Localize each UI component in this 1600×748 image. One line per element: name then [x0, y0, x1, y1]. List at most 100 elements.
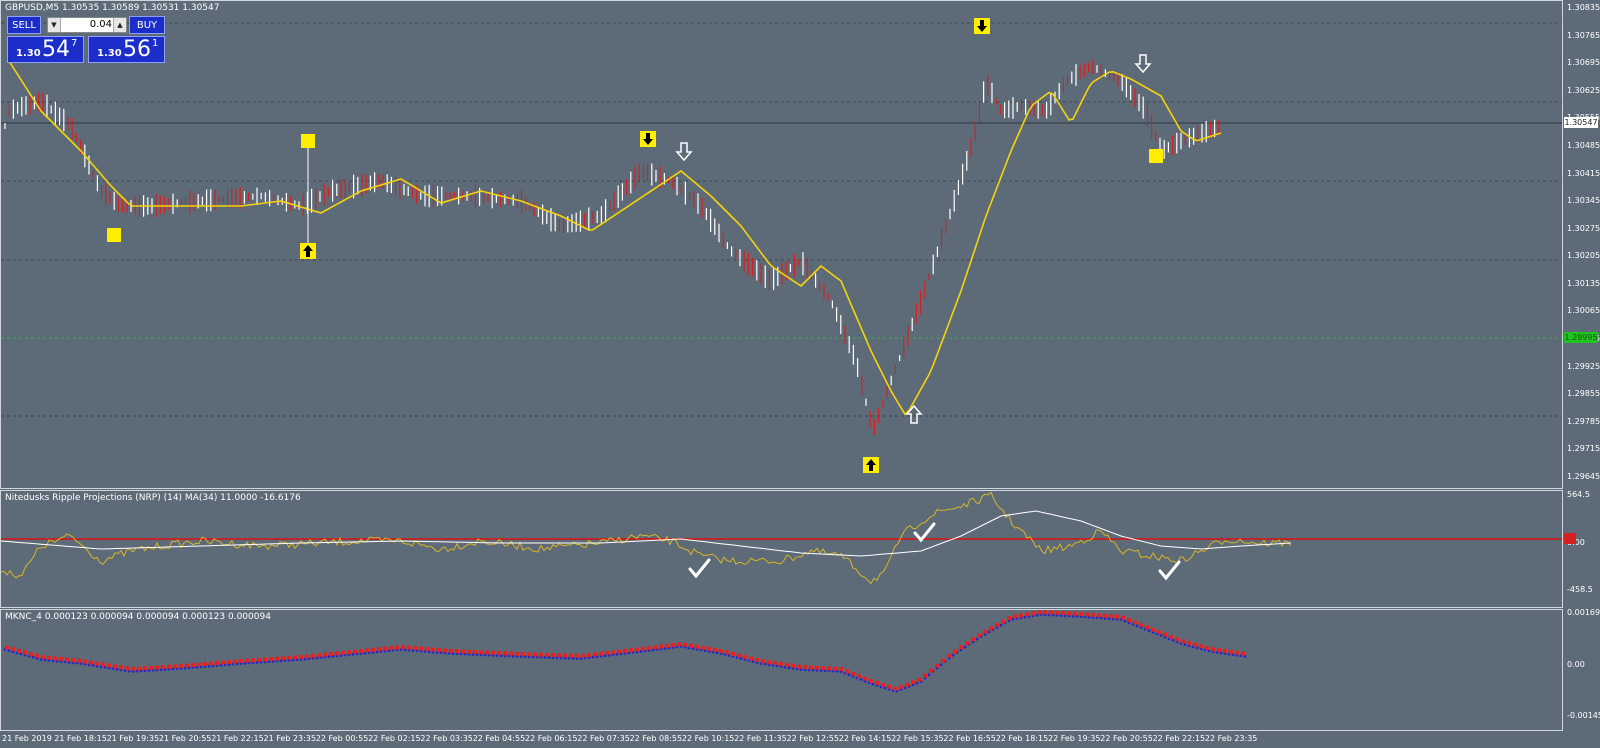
mknc-slow-point: [751, 660, 755, 663]
mknc-fast-point: [539, 652, 543, 657]
mknc-fast-point: [239, 659, 243, 663]
mknc-slow-point: [1159, 634, 1163, 637]
mknc-fast-point: [293, 655, 297, 660]
mknc-fast-point: [335, 651, 339, 656]
mknc-fast-point: [185, 663, 189, 668]
mknc-fast-point: [1097, 613, 1101, 618]
triangle-up-icon[interactable]: ▲: [113, 18, 126, 32]
sell-quote[interactable]: 1.30 54 7: [7, 36, 84, 63]
nrp-zero-tag: [1564, 533, 1576, 544]
mknc-fast-point: [497, 651, 501, 656]
nrp-indicator-canvas[interactable]: [1, 491, 1563, 608]
nrp-indicator-pane[interactable]: Nitedusks Ripple Projections (NRP) (14) …: [0, 490, 1563, 608]
mknc-fast-point: [329, 652, 333, 656]
mknc-fast-point: [1241, 651, 1245, 656]
price-axis[interactable]: 1.308351.307651.306951.306251.305551.304…: [1563, 0, 1600, 489]
mknc-fast-point: [995, 622, 999, 627]
axis-tick-label: 1.30415: [1567, 168, 1600, 178]
price-chart-pane[interactable]: GBPUSD,M5 1.30535 1.30589 1.30531 1.3054…: [0, 0, 1563, 489]
mknc-fast-point: [491, 650, 495, 655]
mknc-fast-point: [1139, 623, 1143, 627]
mknc-fast-point: [233, 659, 237, 664]
mknc-fast-point: [413, 646, 417, 651]
mknc-fast-point: [917, 677, 921, 682]
mknc-fast-point: [203, 662, 207, 666]
mknc-fast-point: [107, 663, 111, 668]
mknc-fast-point: [683, 642, 687, 647]
mknc-fast-point: [23, 650, 27, 655]
checkmark-icon: [1158, 560, 1181, 581]
mknc-fast-point: [941, 658, 945, 663]
time-tick-label: 22 Feb 02:15: [368, 734, 421, 743]
mknc-fast-point: [845, 669, 849, 674]
buy-quote[interactable]: 1.30 56 1: [88, 36, 165, 63]
mknc-fast-point: [737, 653, 741, 658]
mknc-fast-point: [827, 666, 831, 671]
mknc-fast-point: [353, 649, 357, 654]
triangle-down-icon[interactable]: ▼: [48, 18, 61, 32]
mknc-fast-point: [29, 652, 33, 657]
mknc-slow-point: [727, 654, 731, 657]
mknc-indicator-canvas[interactable]: [1, 610, 1563, 731]
mknc-fast-point: [743, 655, 747, 659]
mknc-fast-point: [659, 644, 663, 649]
mknc-fast-point: [773, 661, 777, 666]
checkmark-icon: [688, 558, 711, 579]
mknc-fast-point: [677, 642, 681, 647]
hollow-arrow-down-icon: [675, 142, 693, 162]
mknc-fast-point: [893, 686, 897, 691]
time-tick-label: 22 Feb 14:15: [838, 734, 892, 743]
mknc-fast-point: [473, 650, 477, 655]
mknc-fast-point: [731, 652, 735, 656]
mknc-fast-point: [557, 653, 561, 658]
mknc-fast-point: [1043, 610, 1047, 615]
mknc-fast-point: [389, 646, 393, 650]
mknc-slow-point: [1207, 649, 1211, 653]
axis-tick-label: 1.30625: [1567, 85, 1600, 95]
mknc-fast-point: [377, 647, 381, 652]
time-tick-label: 21 Feb 18:15: [54, 734, 107, 743]
mknc-fast-point: [971, 637, 975, 642]
mknc-fast-point: [935, 663, 939, 668]
mknc-axis: 0.001691 0.00 -0.001459: [1563, 608, 1600, 731]
lot-size-value[interactable]: 0.04: [62, 18, 112, 32]
mknc-fast-point: [983, 629, 987, 634]
time-tick-label: 22 Feb 16:55: [943, 734, 996, 743]
axis-tick-label: 1.29715: [1567, 444, 1600, 454]
mknc-fast-point: [11, 647, 15, 652]
mknc-fast-point: [209, 661, 213, 666]
mknc-fast-point: [1211, 647, 1215, 652]
mknc-fast-point: [1079, 612, 1083, 616]
mknc-fast-point: [437, 648, 441, 653]
mknc-fast-point: [125, 666, 129, 671]
mknc-fast-point: [695, 644, 699, 649]
mknc-fast-point: [1115, 614, 1119, 619]
nrp-line: [1, 491, 1292, 585]
lot-size-stepper[interactable]: ▼ 0.04 ▲: [47, 17, 127, 33]
mknc-fast-point: [809, 665, 813, 670]
mknc-fast-point: [1091, 612, 1095, 617]
axis-tick-label: 1.30695: [1567, 58, 1600, 68]
sell-button[interactable]: SELL: [7, 16, 41, 34]
mknc-fast-point: [131, 666, 135, 671]
buy-button[interactable]: BUY: [129, 16, 165, 34]
mknc-slow-point: [915, 681, 919, 685]
mknc-fast-point: [1103, 613, 1107, 618]
mknc-fast-point: [623, 648, 627, 653]
mknc-fast-point: [1025, 612, 1029, 617]
mknc-fast-point: [563, 653, 567, 658]
time-tick-label: 22 Feb 07:35: [577, 734, 630, 743]
one-click-trading-panel: SELL ▼ 0.04 ▲ BUY 1.30 54 7 1.30 56 1: [7, 16, 165, 63]
buy-price-prefix: 1.30: [97, 48, 122, 59]
time-axis[interactable]: 21 Feb 2019 21 Feb 18:15 21 Feb 19:35 21 Fe…: [0, 731, 1600, 748]
mknc-fast-point: [1175, 637, 1179, 642]
mknc-fast-point: [569, 653, 573, 658]
mknc-fast-point: [881, 682, 885, 687]
price-chart-canvas[interactable]: [1, 1, 1563, 489]
mknc-slow-point: [1183, 643, 1187, 646]
mknc-indicator-pane[interactable]: MKNC_4 0.000123 0.000094 0.000094 0.0001…: [0, 609, 1563, 731]
mknc-fast-point: [599, 651, 603, 656]
mknc-fast-point: [1169, 635, 1173, 639]
time-tick-label: 22 Feb 19:35: [1048, 734, 1101, 743]
mknc-fast-point: [41, 655, 45, 660]
